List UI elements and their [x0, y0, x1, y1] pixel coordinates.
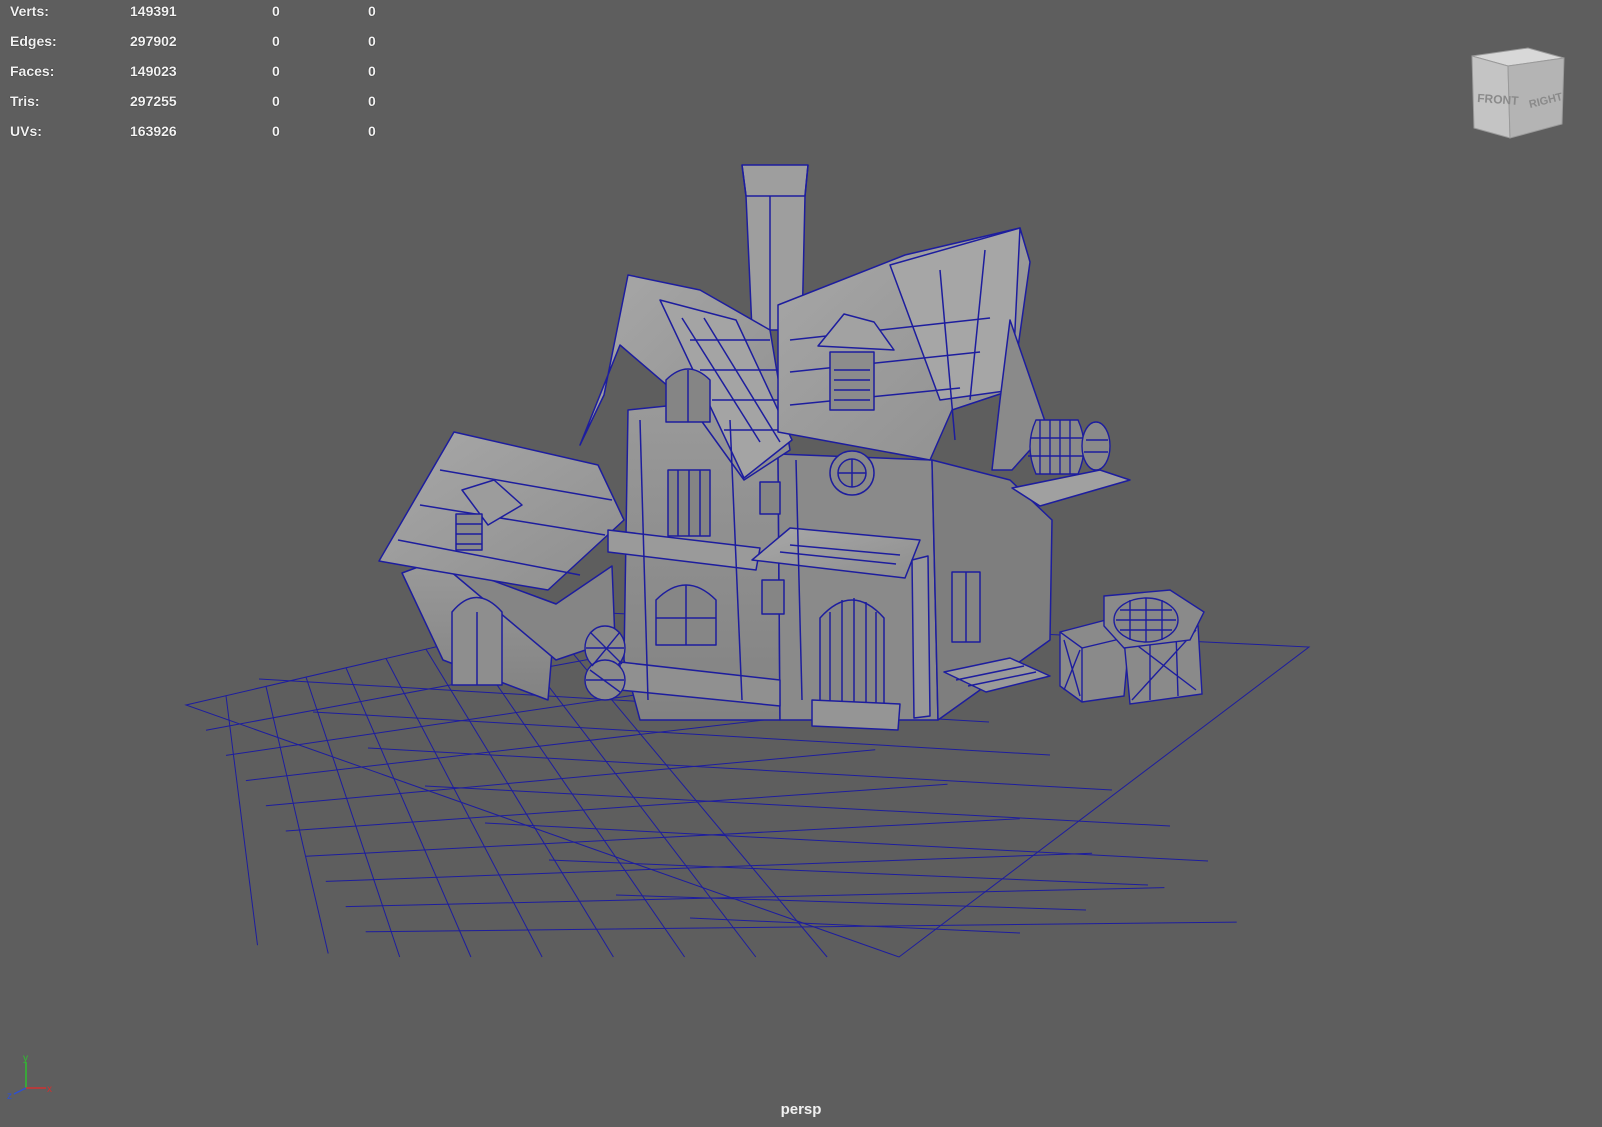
hud-row-edges: Edges: 297902 0 0 [10, 30, 390, 60]
hud-label: Tris: [10, 93, 40, 109]
hud-total: 149391 [130, 3, 177, 19]
hud-selected: 0 [272, 33, 280, 49]
hud-selected: 0 [272, 63, 280, 79]
hud-components: 0 [368, 123, 376, 139]
axis-gizmo: y x z [7, 1053, 52, 1100]
view-cube[interactable]: FRONT RIGHT [1468, 44, 1568, 140]
house-model[interactable] [378, 164, 1131, 731]
hud-components: 0 [368, 33, 376, 49]
axis-x-label: x [47, 1084, 52, 1095]
hud-selected: 0 [272, 93, 280, 109]
hud-components: 0 [368, 63, 376, 79]
hud-components: 0 [368, 3, 376, 19]
scene-render[interactable] [0, 0, 1602, 1127]
hud-selected: 0 [272, 123, 280, 139]
hud-label: Faces: [10, 63, 55, 79]
perspective-viewport[interactable]: Verts: 149391 0 0 Edges: 297902 0 0 Face… [0, 0, 1602, 1127]
poly-count-hud: Verts: 149391 0 0 Edges: 297902 0 0 Face… [10, 0, 390, 150]
hud-row-verts: Verts: 149391 0 0 [10, 0, 390, 30]
hud-total: 163926 [130, 123, 177, 139]
hud-row-faces: Faces: 149023 0 0 [10, 60, 390, 90]
hud-row-tris: Tris: 297255 0 0 [10, 90, 390, 120]
view-cube-front-label[interactable]: FRONT [1477, 91, 1520, 108]
hud-row-uvs: UVs: 163926 0 0 [10, 120, 390, 150]
hud-total: 149023 [130, 63, 177, 79]
hud-total: 297255 [130, 93, 177, 109]
hud-label: UVs: [10, 123, 42, 139]
axis-z-label: z [7, 1091, 12, 1100]
hud-label: Verts: [10, 3, 49, 19]
axis-y-label: y [23, 1053, 28, 1064]
hud-selected: 0 [272, 3, 280, 19]
hud-total: 297902 [130, 33, 177, 49]
hud-components: 0 [368, 93, 376, 109]
camera-name-label: persp [780, 1101, 822, 1118]
hud-label: Edges: [10, 33, 57, 49]
